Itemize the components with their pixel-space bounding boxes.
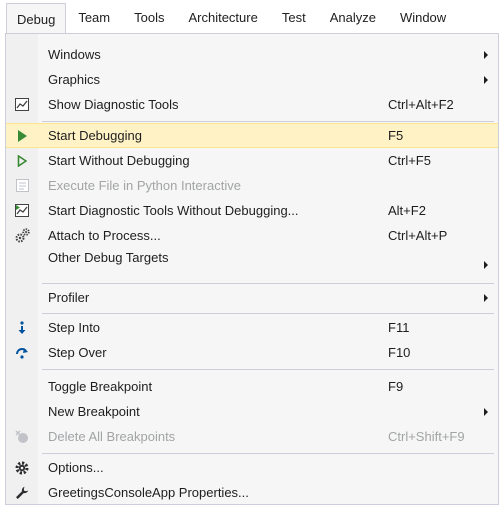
diagnostic-tools-icon	[14, 203, 30, 219]
menu-team-label: Team	[78, 9, 111, 25]
shortcut-label: Ctrl+Shift+F9	[388, 429, 465, 444]
menu-architecture[interactable]: Architecture	[176, 2, 269, 33]
menu-item-label: Show Diagnostic Tools	[48, 97, 179, 112]
menu-window-label: Window	[399, 9, 447, 25]
step-into-icon	[14, 320, 30, 336]
menu-item-show-diagnostic-tools[interactable]: Show Diagnostic Tools Ctrl+Alt+F2	[6, 92, 498, 117]
menu-item-options[interactable]: Options...	[6, 455, 498, 480]
menu-debug-label: Debug	[17, 11, 56, 27]
menu-item-start-without-debugging[interactable]: Start Without Debugging Ctrl+F5	[6, 148, 498, 173]
shortcut-label: F10	[388, 345, 411, 360]
debug-dropdown-menu: Windows Graphics Show Diagnostic Tools C…	[5, 33, 499, 505]
menu-item-label: Execute File in Python Interactive	[48, 178, 241, 193]
menu-separator	[42, 453, 494, 454]
menu-item-label: GreetingsConsoleApp Properties...	[48, 485, 249, 500]
gear-icon	[14, 460, 30, 476]
menu-item-start-diagnostic-tools[interactable]: Start Diagnostic Tools Without Debugging…	[6, 198, 498, 223]
menu-analyze[interactable]: Analyze	[318, 2, 388, 33]
menu-architecture-label: Architecture	[188, 9, 258, 25]
menu-item-label: Profiler	[48, 290, 90, 305]
menu-separator	[42, 313, 494, 314]
menu-team[interactable]: Team	[66, 2, 122, 33]
menu-item-project-properties[interactable]: GreetingsConsoleApp Properties...	[6, 480, 498, 505]
menu-item-label: Delete All Breakpoints	[48, 429, 176, 444]
play-outline-icon	[14, 153, 30, 169]
menu-item-label: Graphics	[48, 72, 101, 87]
menu-item-windows[interactable]: Windows	[6, 42, 498, 67]
menu-item-profiler[interactable]: Profiler	[6, 285, 498, 310]
menu-item-label: Start Without Debugging	[48, 153, 190, 168]
menu-item-attach-to-process[interactable]: Attach to Process... Ctrl+Alt+P	[6, 223, 498, 248]
menu-item-new-breakpoint[interactable]: New Breakpoint	[6, 399, 498, 424]
menu-test-label: Test	[281, 9, 306, 25]
menu-separator	[42, 121, 494, 122]
menu-item-label: Toggle Breakpoint	[48, 379, 153, 394]
menu-item-step-over[interactable]: Step Over F10	[6, 340, 498, 365]
menu-item-label: Step Into	[48, 320, 101, 335]
menu-item-graphics[interactable]: Graphics	[6, 67, 498, 92]
shortcut-label: Ctrl+Alt+F2	[388, 97, 454, 112]
menu-item-label: Start Diagnostic Tools Without Debugging…	[48, 203, 299, 218]
gears-icon	[14, 228, 30, 244]
menu-tools[interactable]: Tools	[122, 2, 176, 33]
submenu-arrow-icon	[484, 50, 488, 59]
menu-tools-label: Tools	[134, 9, 165, 25]
shortcut-label: Ctrl+Alt+P	[388, 228, 448, 243]
shortcut-label: F9	[388, 379, 404, 394]
menu-separator	[42, 283, 494, 284]
menu-item-step-into[interactable]: Step Into F11	[6, 315, 498, 340]
shortcut-label: Ctrl+F5	[388, 153, 431, 168]
step-over-icon	[14, 345, 30, 361]
wrench-icon	[14, 485, 30, 501]
menu-item-label: Options...	[48, 460, 104, 475]
menu-item-label: Attach to Process...	[48, 228, 161, 243]
shortcut-label: F5	[388, 128, 404, 143]
shortcut-label: F11	[388, 320, 410, 335]
menu-item-label: Step Over	[48, 345, 107, 360]
submenu-arrow-icon	[484, 261, 488, 269]
menu-item-execute-python-interactive: Execute File in Python Interactive	[6, 173, 498, 198]
python-interactive-icon	[14, 178, 30, 194]
menu-item-label: Windows	[48, 47, 101, 62]
submenu-arrow-icon	[484, 75, 488, 84]
submenu-arrow-icon	[484, 293, 488, 302]
menu-test[interactable]: Test	[270, 2, 318, 33]
menu-item-start-debugging[interactable]: Start Debugging F5	[6, 123, 498, 148]
menu-analyze-label: Analyze	[329, 9, 376, 25]
shortcut-label: Alt+F2	[388, 203, 426, 218]
menu-item-delete-all-breakpoints: Delete All Breakpoints Ctrl+Shift+F9	[6, 424, 498, 449]
menu-item-toggle-breakpoint[interactable]: Toggle Breakpoint F9	[6, 374, 498, 399]
menu-debug[interactable]: Debug	[6, 3, 67, 34]
menu-item-label: Start Debugging	[48, 128, 142, 143]
menu-window[interactable]: Window	[388, 2, 458, 33]
diagnostic-tools-icon	[14, 97, 30, 113]
play-icon	[14, 128, 30, 144]
menu-separator	[42, 369, 494, 370]
menu-item-label: New Breakpoint	[48, 404, 140, 419]
menu-item-label: Other Debug Targets	[48, 250, 169, 265]
delete-breakpoints-icon	[14, 429, 30, 445]
menu-bar: Debug Team Tools Architecture Test Analy…	[0, 0, 503, 34]
menu-item-other-debug-targets[interactable]: Other Debug Targets	[6, 248, 498, 273]
submenu-arrow-icon	[484, 407, 488, 416]
